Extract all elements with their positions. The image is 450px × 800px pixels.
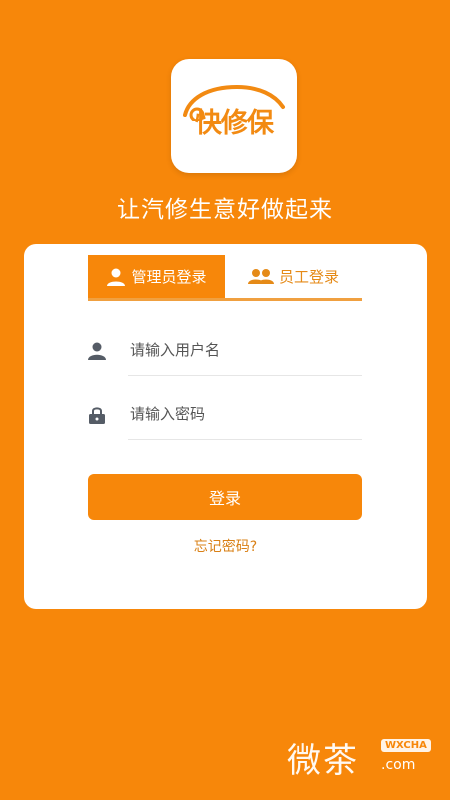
username-input[interactable] xyxy=(128,334,364,366)
tab-admin-login[interactable]: 管理员登录 xyxy=(88,255,225,298)
username-field xyxy=(88,328,364,376)
watermark: 微茶 WXCHA .com xyxy=(287,733,447,783)
password-field xyxy=(88,392,364,440)
watermark-badge: WXCHA xyxy=(381,739,431,752)
login-card: 管理员登录 员工登录 登录 忘记密码? xyxy=(24,244,427,609)
logo-text: 快修保 xyxy=(195,108,274,139)
login-tabs: 管理员登录 员工登录 xyxy=(88,255,362,301)
users-icon xyxy=(247,268,274,284)
tab-admin-label: 管理员登录 xyxy=(131,268,207,286)
password-underline xyxy=(128,439,362,440)
password-input[interactable] xyxy=(128,398,364,430)
person-icon xyxy=(88,342,106,360)
tab-staff-label: 员工登录 xyxy=(278,268,339,286)
username-underline xyxy=(128,375,362,376)
lock-icon xyxy=(89,407,105,424)
login-button[interactable]: 登录 xyxy=(88,474,362,520)
user-icon xyxy=(107,268,126,286)
watermark-domain: .com xyxy=(381,757,416,773)
app-logo: 快修保 xyxy=(171,59,297,173)
tagline: 让汽修生意好做起来 xyxy=(117,197,333,223)
watermark-text: 微茶 xyxy=(287,741,359,781)
forgot-password-link[interactable]: 忘记密码? xyxy=(24,536,427,556)
tab-staff-login[interactable]: 员工登录 xyxy=(225,255,362,298)
